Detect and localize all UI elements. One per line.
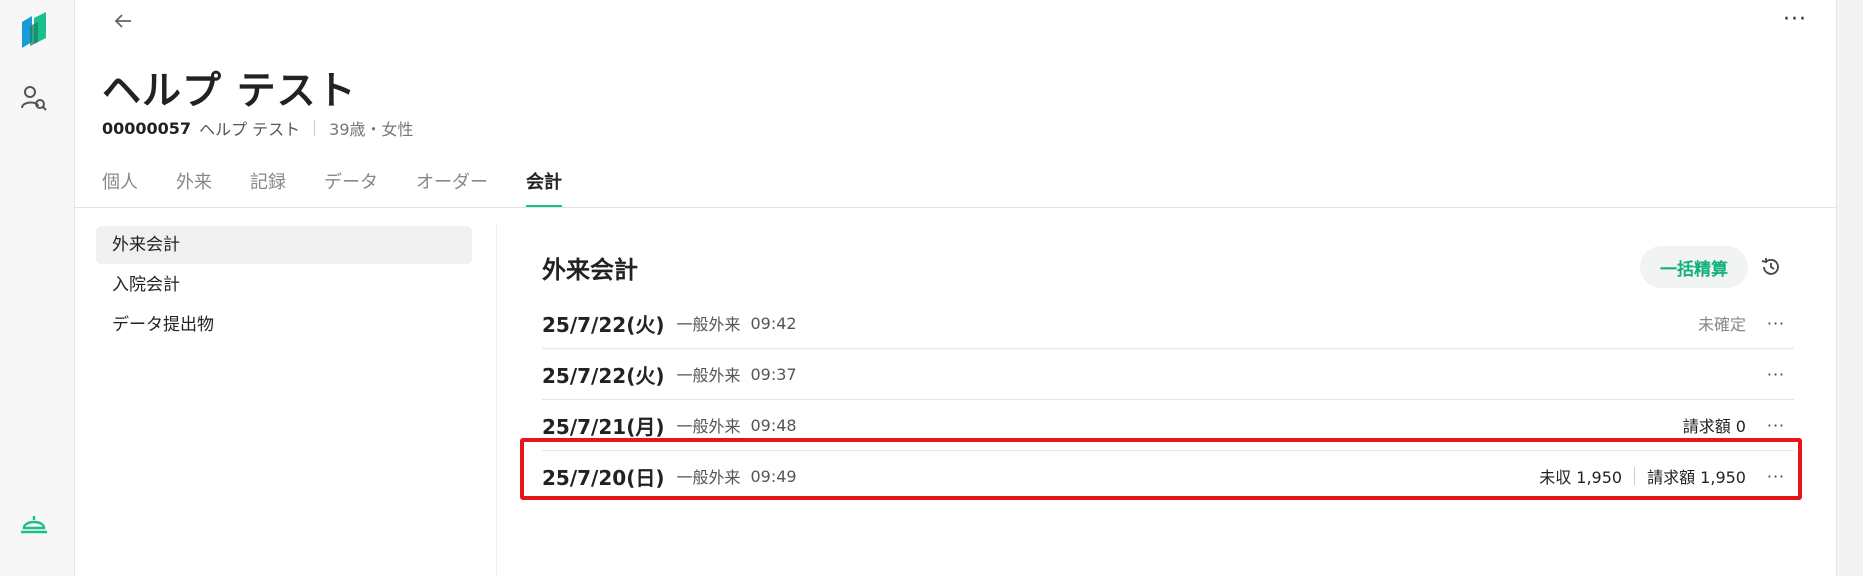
right-scroll-area [1836,0,1863,576]
history-icon[interactable] [1760,256,1782,278]
left-rail [0,0,75,576]
arrow-left-icon[interactable] [110,8,136,34]
row-more-icon[interactable]: ··· [1758,314,1794,333]
row-right: ··· [1746,365,1794,384]
tab-billing[interactable]: 会計 [526,156,562,208]
row-more-icon[interactable]: ··· [1758,416,1794,435]
row-right: 未確定 ··· [1698,311,1794,335]
more-horizontal-icon[interactable]: ··· [1783,9,1807,31]
row-billed-amount: 請求額 0 [1682,417,1746,436]
meta-divider [314,120,316,136]
bulk-settlement-button[interactable]: 一括精算 [1640,246,1748,288]
tab-orders[interactable]: オーダー [416,156,488,208]
tab-outpatient[interactable]: 外来 [176,156,212,208]
subnav-item-data-submissions[interactable]: データ提出物 [96,306,472,344]
service-bell-icon[interactable] [20,510,48,536]
app-logo-icon[interactable] [20,12,48,52]
row-date: 25/7/22(火) [542,363,665,388]
row-more-icon[interactable]: ··· [1758,365,1794,384]
row-kind: 一般外来 [676,417,741,436]
patient-id: 00000057 [102,118,192,138]
subnav-item-outpatient-billing[interactable]: 外来会計 [96,226,472,264]
content-divider [496,224,497,576]
row-status: 未確定 [1697,315,1746,334]
patient-name-small: ヘルプ テスト [199,120,301,139]
row-kind: 一般外来 [676,315,741,334]
tab-data[interactable]: データ [324,156,378,208]
billing-row[interactable]: 25/7/22(火) 一般外来 09:37 ··· [542,349,1794,400]
billing-row[interactable]: 25/7/22(火) 一般外来 09:42 未確定 ··· [542,298,1794,349]
row-date: 25/7/22(火) [542,312,665,337]
row-date: 25/7/21(月) [542,414,665,439]
tabs-divider [74,207,1837,208]
highlight-box [520,438,1802,500]
row-right: 請求額 0 ··· [1683,413,1794,437]
patient-meta: 00000057 ヘルプ テスト 39歳・女性 [102,116,414,140]
section-title: 外来会計 [542,256,638,284]
row-time: 09:42 [750,313,797,333]
patient-age-gender: 39歳・女性 [329,120,414,139]
row-kind: 一般外来 [676,366,741,385]
row-time: 09:37 [750,364,797,384]
patient-tabs: 個人 外来 記録 データ オーダー 会計 [102,156,600,208]
patient-name: ヘルプ テスト [102,69,357,114]
billing-subnav: 外来会計 入院会計 データ提出物 [96,226,472,346]
tab-records[interactable]: 記録 [250,156,286,208]
user-search-icon[interactable] [20,84,48,112]
subnav-item-inpatient-billing[interactable]: 入院会計 [96,266,472,304]
row-time: 09:48 [750,415,797,435]
tab-personal[interactable]: 個人 [102,156,138,208]
